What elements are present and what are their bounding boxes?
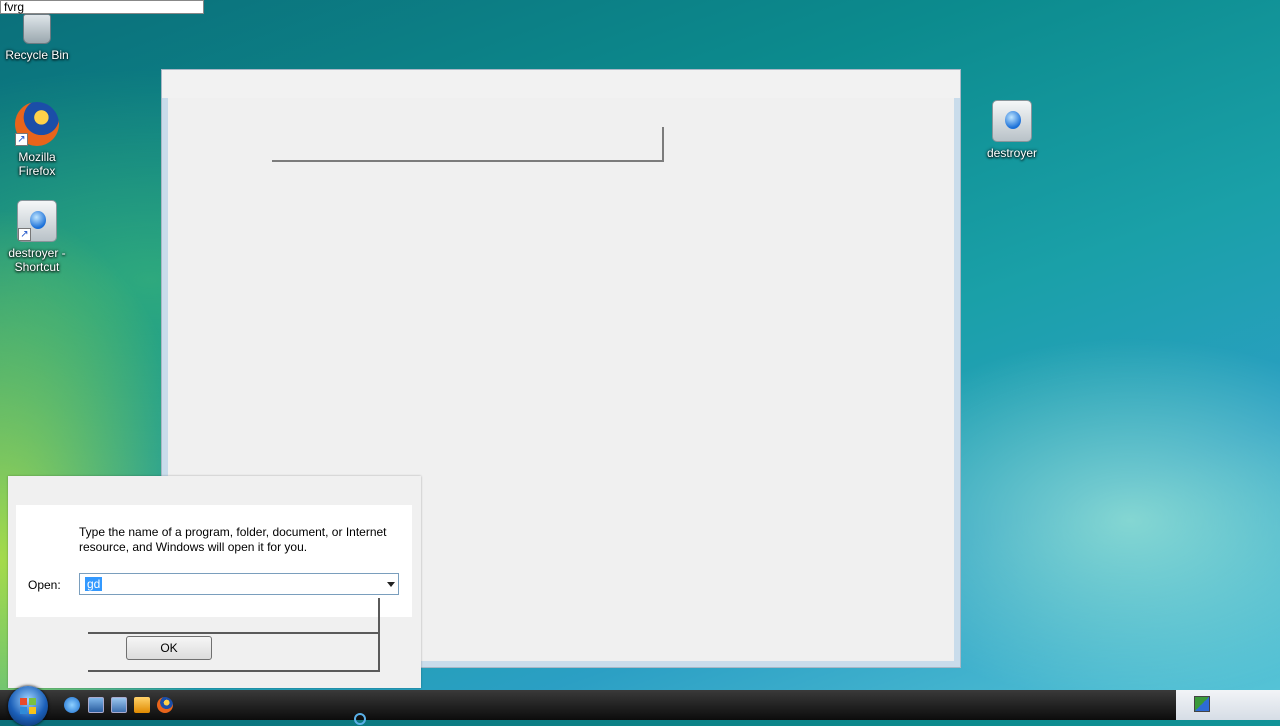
run-description: Type the name of a program, folder, docu… <box>79 525 387 554</box>
desktop-icon-destroyer-shortcut[interactable]: ↗ destroyer - Shortcut <box>0 200 74 274</box>
start-button[interactable] <box>8 686 48 726</box>
firefox-icon[interactable] <box>157 697 173 713</box>
destroyer-app-icon <box>992 100 1032 142</box>
shortcut-arrow-icon: ↗ <box>18 228 31 241</box>
show-desktop-icon[interactable] <box>88 697 104 713</box>
desktop-icon-label: destroyer - Shortcut <box>8 246 66 274</box>
window-titlebar[interactable] <box>162 70 960 98</box>
desktop-icon-recycle-bin[interactable]: Recycle Bin <box>0 14 74 62</box>
desktop-icon-label: destroyer <box>986 146 1038 160</box>
shortcut-arrow-icon: ↗ <box>15 133 28 146</box>
open-input-value[interactable]: gd <box>85 577 103 591</box>
desktop-icon-destroyer[interactable]: destroyer <box>975 100 1049 160</box>
network-icon[interactable] <box>1194 696 1210 712</box>
desktop-icon-label: Recycle Bin <box>5 48 69 62</box>
system-tray <box>1176 690 1280 720</box>
open-label: Open: <box>28 578 61 592</box>
rendering-artifact <box>88 598 380 634</box>
window-frame-right <box>954 98 960 667</box>
ok-button[interactable]: OK <box>126 636 212 660</box>
run-dialog[interactable]: Type the name of a program, folder, docu… <box>8 476 421 688</box>
busy-cursor-icon <box>354 713 366 725</box>
address-input[interactable]: fvrg <box>0 0 204 14</box>
internet-explorer-icon[interactable] <box>64 697 80 713</box>
media-player-icon[interactable] <box>134 697 150 713</box>
taskbar <box>0 686 1280 726</box>
recycle-bin-icon <box>23 14 51 44</box>
switch-windows-icon[interactable] <box>111 697 127 713</box>
destroyer-app-icon: ↗ <box>17 200 57 242</box>
desktop-icon-firefox[interactable]: ↗ Mozilla Firefox <box>0 102 74 178</box>
desktop-icon-label: Mozilla Firefox <box>18 150 56 178</box>
open-combobox[interactable]: gd <box>79 573 399 595</box>
firefox-icon: ↗ <box>15 102 59 146</box>
blank-text-field[interactable] <box>272 127 664 162</box>
dropdown-arrow-icon[interactable] <box>387 582 395 587</box>
